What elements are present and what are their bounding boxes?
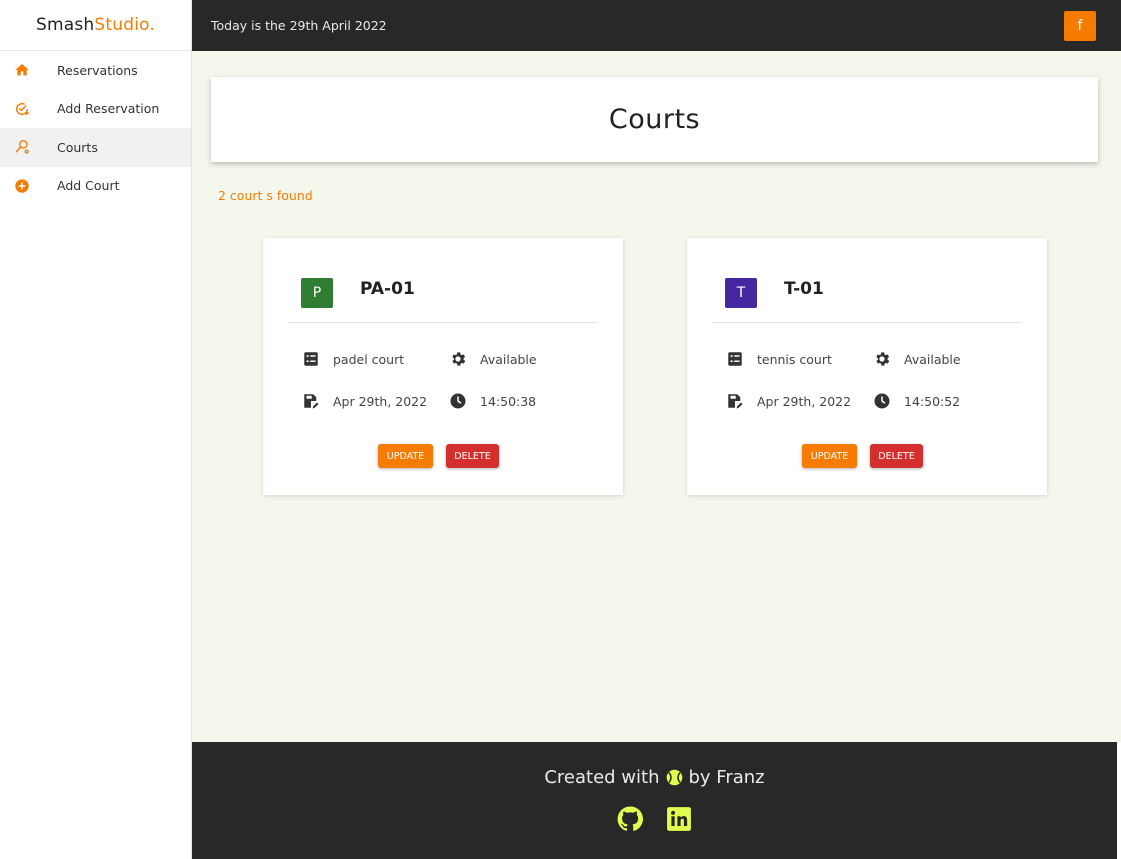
clock-icon: [873, 392, 891, 410]
sidebar-item-add-reservation[interactable]: Add Reservation: [0, 90, 191, 129]
home-icon: [14, 62, 30, 78]
sidebar-item-courts[interactable]: Courts: [0, 128, 191, 167]
linkedin-icon[interactable]: [666, 806, 692, 832]
scrollbar-gap: [1117, 742, 1121, 859]
list-icon: [302, 350, 320, 368]
avatar: T: [725, 278, 757, 308]
court-time: 14:50:52: [873, 392, 960, 410]
court-description: tennis court: [726, 350, 832, 368]
sidebar-item-label: Add Court: [57, 178, 120, 194]
court-status: Available: [449, 350, 537, 368]
save-edit-icon: [302, 392, 320, 410]
sidebar-nav: Reservations Add Reservation Courts Add …: [0, 51, 191, 205]
save-edit-icon: [726, 392, 744, 410]
court-name: T-01: [784, 279, 824, 299]
brand-name-part1: Smash: [35, 15, 95, 35]
delete-button[interactable]: DELETE: [870, 444, 923, 468]
court-description: padel court: [302, 350, 404, 368]
credit-text-before: Created with: [544, 767, 660, 788]
main-content: Courts 2 court s found P PA-01 padel cou…: [192, 51, 1121, 742]
court-card-header: T T-01: [712, 238, 1022, 323]
sidebar-item-label: Courts: [57, 139, 98, 155]
court-date: Apr 29th, 2022: [302, 392, 427, 410]
tennis-ball-icon: [666, 769, 683, 786]
court-card-header: P PA-01: [288, 238, 598, 323]
gear-icon: [449, 350, 467, 368]
clock-icon: [449, 392, 467, 410]
brand-logo[interactable]: Smash Studio.: [0, 0, 191, 51]
github-icon[interactable]: [617, 806, 643, 832]
brand-name-part2: Studio.: [94, 15, 156, 35]
gear-icon: [873, 350, 891, 368]
results-count: 2 court s found: [218, 188, 313, 203]
delete-button[interactable]: DELETE: [446, 444, 499, 468]
sidebar-item-label: Reservations: [57, 62, 138, 78]
credit-text-after: by Franz: [688, 767, 765, 788]
sidebar: Smash Studio. Reservations Add Reservatio…: [0, 0, 192, 859]
update-button[interactable]: UPDATE: [802, 444, 857, 468]
list-icon: [726, 350, 744, 368]
sidebar-item-reservations[interactable]: Reservations: [0, 51, 191, 90]
sidebar-item-label: Add Reservation: [57, 101, 160, 117]
facebook-button[interactable]: f: [1064, 11, 1096, 41]
court-name: PA-01: [360, 279, 415, 299]
social-links: [192, 806, 1117, 832]
sidebar-item-add-court[interactable]: Add Court: [0, 167, 191, 206]
top-bar: Today is the 29th April 2022 f: [192, 0, 1121, 51]
court-date: Apr 29th, 2022: [726, 392, 851, 410]
calendar-check-icon: [14, 101, 30, 117]
court-card: P PA-01 padel court Available Apr 29th, …: [263, 238, 623, 495]
avatar: P: [301, 278, 333, 308]
court-icon: [14, 139, 30, 155]
footer: Created with by Franz: [192, 742, 1117, 859]
footer-credit: Created with by Franz: [192, 767, 1117, 788]
date-text: Today is the 29th April 2022: [211, 18, 387, 33]
add-circle-icon: [14, 178, 30, 194]
court-card: T T-01 tennis court Available Apr 29th, …: [687, 238, 1047, 495]
page-title-card: Courts: [211, 77, 1098, 162]
update-button[interactable]: UPDATE: [378, 444, 433, 468]
court-status: Available: [873, 350, 961, 368]
page-title: Courts: [608, 104, 701, 135]
court-time: 14:50:38: [449, 392, 536, 410]
